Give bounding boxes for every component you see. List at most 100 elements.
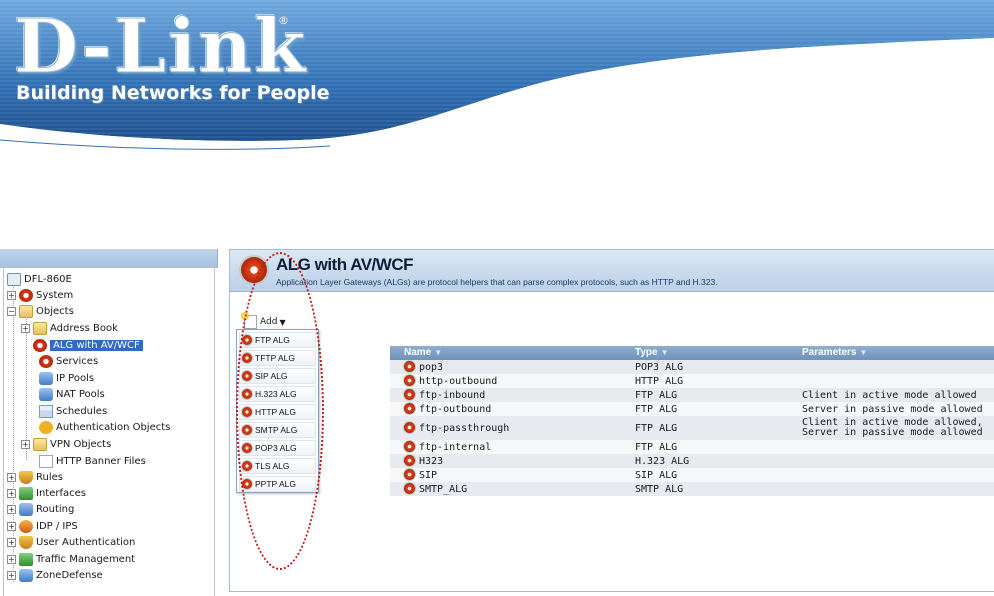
table-row[interactable]: pop3 POP3 ALG — [390, 360, 994, 374]
alg-icon — [404, 403, 415, 414]
interfaces-icon — [19, 486, 33, 500]
table-row[interactable]: ftp-passthrough FTP ALG Client in active… — [390, 416, 994, 440]
tree-item-alg-with-av-wcf[interactable]: ALG with AV/WCF — [33, 337, 143, 353]
alg-icon — [404, 441, 415, 452]
menu-item-pop3-alg[interactable]: POP3 ALG — [239, 440, 316, 456]
column-header-parameters[interactable]: Parameters ▼ — [802, 347, 867, 358]
sort-arrow-icon: ▼ — [859, 348, 868, 357]
alg-icon — [404, 389, 415, 400]
expand-icon[interactable]: + — [21, 439, 30, 449]
row-name: http-outbound — [419, 376, 498, 387]
tree-item-schedules[interactable]: Schedules — [39, 403, 107, 419]
tree-item-nat-pools[interactable]: NAT Pools — [39, 386, 105, 402]
tree-item-system[interactable]: + System — [7, 287, 73, 303]
idp-icon — [19, 519, 33, 533]
tree-item-http-banner-files[interactable]: HTTP Banner Files — [39, 453, 146, 469]
ip-pools-icon — [39, 371, 53, 385]
tree-item-objects[interactable]: − Objects — [7, 303, 74, 319]
menu-item-ftp-alg[interactable]: FTP ALG — [239, 332, 316, 348]
services-icon — [39, 354, 53, 368]
tree-item-zonedefense[interactable]: + ZoneDefense — [7, 567, 103, 583]
collapse-icon[interactable]: − — [7, 306, 16, 316]
table-row[interactable]: ftp-outbound FTP ALG Server in passive m… — [390, 402, 994, 416]
table-row[interactable]: SIP SIP ALG — [390, 468, 994, 482]
alg-icon — [242, 425, 252, 435]
column-header-name[interactable]: Name ▼ — [404, 347, 442, 358]
tree-item-vpn-objects[interactable]: + VPN Objects — [21, 436, 111, 452]
menu-item-http-alg[interactable]: HTTP ALG — [239, 404, 316, 420]
page-title: ALG with AV/WCF — [276, 255, 413, 274]
menu-item-smtp-alg[interactable]: SMTP ALG — [239, 422, 316, 438]
alg-gear-icon — [241, 257, 267, 283]
menu-item-sip-alg[interactable]: SIP ALG — [239, 368, 316, 384]
expand-icon[interactable]: + — [7, 290, 16, 300]
row-type: FTP ALG — [635, 390, 678, 401]
table-row[interactable]: H323 H.323 ALG — [390, 454, 994, 468]
alg-icon — [33, 338, 47, 352]
alg-icon — [404, 375, 415, 386]
row-params: Server in passive mode allowed — [802, 404, 983, 415]
folder-icon — [19, 304, 33, 318]
tree-item-idp-ips[interactable]: + IDP / IPS — [7, 518, 78, 534]
expand-icon[interactable]: + — [7, 472, 16, 482]
page-header: ALG with AV/WCF Application Layer Gatewa… — [230, 250, 994, 292]
menu-item-tls-alg[interactable]: TLS ALG — [239, 458, 316, 474]
expand-icon[interactable]: + — [7, 488, 16, 498]
expand-icon[interactable]: + — [7, 537, 16, 547]
navigation-tree: DFL-860E + System − Objects + Address Bo… — [3, 268, 215, 596]
zonedefense-icon — [19, 568, 33, 582]
row-params: Client in active mode allowed — [802, 390, 977, 401]
alg-icon — [404, 483, 415, 494]
expand-icon[interactable]: + — [21, 323, 30, 333]
row-type: HTTP ALG — [635, 376, 684, 387]
tree-item-routing[interactable]: + Routing — [7, 501, 74, 517]
row-name: ftp-outbound — [419, 404, 492, 415]
table-row[interactable]: ftp-internal FTP ALG — [390, 440, 994, 454]
row-type: POP3 ALG — [635, 362, 684, 373]
tree-item-services[interactable]: Services — [39, 353, 98, 369]
table-row[interactable]: ftp-inbound FTP ALG Client in active mod… — [390, 388, 994, 402]
row-name: ftp-inbound — [419, 390, 486, 401]
tree-item-dfl-860e[interactable]: DFL-860E — [7, 271, 72, 287]
row-type: SMTP ALG — [635, 484, 684, 495]
rules-icon — [19, 470, 33, 484]
nat-pools-icon — [39, 387, 53, 401]
expand-icon[interactable]: + — [7, 521, 16, 531]
traffic-icon — [19, 552, 33, 566]
menu-item-tftp-alg[interactable]: TFTP ALG — [239, 350, 316, 366]
expand-icon[interactable]: + — [7, 504, 16, 514]
tree-item-rules[interactable]: + Rules — [7, 469, 63, 485]
tree-item-traffic-management[interactable]: + Traffic Management — [7, 551, 135, 567]
tree-item-ip-pools[interactable]: IP Pools — [39, 370, 94, 386]
dlink-logo: D-Link — [13, 4, 308, 91]
row-name: ftp-internal — [419, 442, 492, 453]
alg-icon — [242, 461, 252, 471]
expand-icon[interactable]: + — [7, 554, 16, 564]
column-header-type[interactable]: Type ▼ — [635, 347, 669, 358]
menu-item-pptp-alg[interactable]: PPTP ALG — [239, 476, 316, 492]
alg-icon — [242, 443, 252, 453]
brand-tagline: Building Networks for People — [16, 82, 330, 104]
tree-item-user-authentication[interactable]: + User Authentication — [7, 534, 135, 550]
alg-icon — [404, 455, 415, 466]
alg-icon — [242, 335, 252, 345]
row-type: H.323 ALG — [635, 456, 690, 467]
sort-arrow-icon: ▼ — [434, 348, 443, 357]
routing-icon — [19, 502, 33, 516]
row-name: ftp-passthrough — [419, 423, 510, 434]
tree-item-authentication-objects[interactable]: Authentication Objects — [39, 419, 170, 435]
row-name: pop3 — [419, 362, 444, 373]
expand-icon[interactable]: + — [7, 570, 16, 580]
table-row[interactable]: http-outbound HTTP ALG — [390, 374, 994, 388]
alg-icon — [242, 371, 252, 381]
user-auth-icon — [19, 535, 33, 549]
sort-arrow-icon: ▼ — [660, 348, 669, 357]
alg-icon — [404, 469, 415, 480]
table-row[interactable]: SMTP_ALG SMTP ALG — [390, 482, 994, 496]
add-button[interactable]: Add ▼ — [241, 312, 286, 330]
row-type: FTP ALG — [635, 442, 678, 453]
menu-item-h323-alg[interactable]: H.323 ALG — [239, 386, 316, 402]
tree-item-address-book[interactable]: + Address Book — [21, 320, 118, 336]
tree-item-interfaces[interactable]: + Interfaces — [7, 485, 86, 501]
add-button-label: Add — [260, 317, 278, 327]
